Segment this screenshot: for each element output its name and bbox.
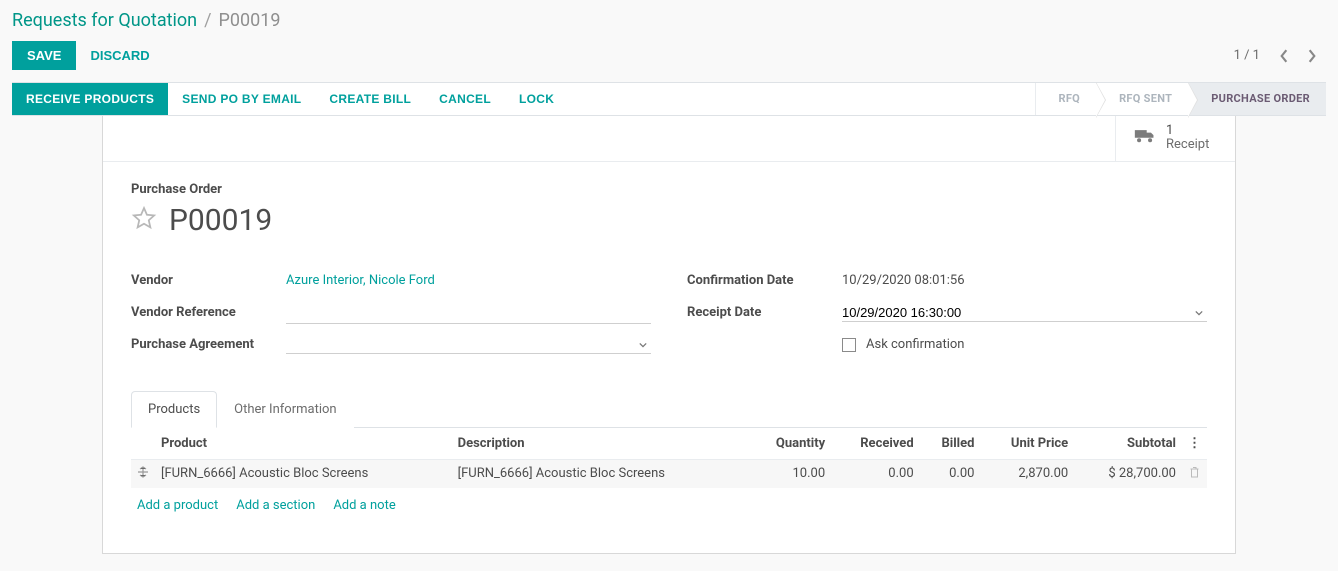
receive-products-button[interactable]: RECEIVE PRODUCTS [12,83,168,115]
ask-confirmation-row: Ask confirmation [842,337,965,352]
save-button[interactable]: SAVE [12,41,76,70]
tab-other-information[interactable]: Other Information [217,391,353,428]
sheet-wrap: 1 Receipt Purchase Order P00019 Vendor A… [12,116,1326,554]
col-handle [131,428,155,460]
receipt-date-input-wrap[interactable] [842,304,1207,322]
order-lines-table: Product Description Quantity Received Bi… [131,428,1207,488]
add-note-link[interactable]: Add a note [333,498,395,513]
agreement-input[interactable] [286,337,635,352]
agreement-label: Purchase Agreement [131,337,286,352]
col-received[interactable]: Received [831,428,919,460]
pager-next-button[interactable] [1298,42,1326,70]
control-row: SAVE DISCARD 1 / 1 [0,37,1338,82]
status-rfq[interactable]: RFQ [1035,83,1096,115]
chevron-right-icon [1307,49,1317,63]
receipt-count: 1 [1166,124,1209,138]
table-row[interactable]: [FURN_6666] Acoustic Bloc Screens [FURN_… [131,459,1207,488]
form-right-column: Confirmation Date 10/29/2020 08:01:56 Re… [687,266,1207,362]
receipt-stat-button[interactable]: 1 Receipt [1115,116,1235,161]
chevron-down-icon [639,342,647,348]
add-links-row: Add a product Add a section Add a note [131,488,1207,523]
vendor-value[interactable]: Azure Interior, Nicole Ford [286,273,651,288]
status-bar: RFQ RFQ SENT PURCHASE ORDER [1035,83,1326,115]
breadcrumb: Requests for Quotation / P00019 [0,0,1338,37]
title-row: P00019 [131,203,1207,238]
vendor-label: Vendor [131,273,286,288]
add-product-link[interactable]: Add a product [137,498,218,513]
tabs-row: Products Other Information [131,390,1207,428]
truck-icon [1134,128,1156,148]
status-purchase-order[interactable]: PURCHASE ORDER [1188,83,1326,115]
col-product[interactable]: Product [155,428,452,460]
send-po-button[interactable]: SEND PO BY EMAIL [168,83,315,115]
pager-prev-button[interactable] [1270,42,1298,70]
col-quantity[interactable]: Quantity [748,428,831,460]
stat-text: 1 Receipt [1166,124,1209,153]
agreement-dropdown-caret[interactable] [635,337,651,352]
ask-confirmation-label: Ask confirmation [866,337,965,352]
trash-icon [1189,466,1200,478]
form-sheet: 1 Receipt Purchase Order P00019 Vendor A… [102,116,1236,554]
create-bill-button[interactable]: CREATE BILL [315,83,425,115]
breadcrumb-parent[interactable]: Requests for Quotation [12,10,197,31]
col-billed[interactable]: Billed [920,428,981,460]
action-bar: RECEIVE PRODUCTS SEND PO BY EMAIL CREATE… [12,82,1326,116]
confirmation-date-label: Confirmation Date [687,273,842,288]
cell-billed[interactable]: 0.00 [920,459,981,488]
row-delete-button[interactable] [1182,459,1207,488]
col-subtotal[interactable]: Subtotal [1074,428,1182,460]
vendor-ref-label: Vendor Reference [131,305,286,320]
breadcrumb-current: P00019 [219,10,281,31]
col-options[interactable]: ⋮ [1182,428,1207,460]
tab-products[interactable]: Products [131,391,217,428]
breadcrumb-separator: / [204,10,211,31]
cell-subtotal[interactable]: $ 28,700.00 [1074,459,1182,488]
agreement-input-wrap[interactable] [286,336,651,354]
add-section-link[interactable]: Add a section [236,498,315,513]
ask-confirmation-checkbox[interactable] [842,338,856,352]
table-header-row: Product Description Quantity Received Bi… [131,428,1207,460]
confirmation-date-value: 10/29/2020 08:01:56 [842,273,1207,288]
cell-quantity[interactable]: 10.00 [748,459,831,488]
pager-count: 1 / 1 [1234,48,1260,63]
col-description[interactable]: Description [452,428,749,460]
status-rfq-sent[interactable]: RFQ SENT [1096,83,1188,115]
cell-product[interactable]: [FURN_6666] Acoustic Bloc Screens [155,459,452,488]
cell-description[interactable]: [FURN_6666] Acoustic Bloc Screens [452,459,749,488]
page-title: P00019 [169,203,272,238]
sheet-body: Purchase Order P00019 Vendor Azure Inter… [103,162,1235,553]
chevron-left-icon [1279,49,1289,63]
receipt-label: Receipt [1166,138,1209,152]
discard-button[interactable]: DISCARD [76,42,163,69]
receipt-date-label: Receipt Date [687,305,842,320]
favorite-star[interactable] [131,205,157,235]
col-unit-price[interactable]: Unit Price [980,428,1074,460]
drag-icon [137,466,149,478]
form-left-column: Vendor Azure Interior, Nicole Ford Vendo… [131,266,651,362]
pager: 1 / 1 [1234,42,1326,70]
star-icon [131,205,157,231]
lock-button[interactable]: LOCK [505,83,568,115]
receipt-date-dropdown-caret[interactable] [1191,305,1207,320]
over-label: Purchase Order [131,182,1207,197]
cancel-button[interactable]: CANCEL [425,83,505,115]
form-grid: Vendor Azure Interior, Nicole Ford Vendo… [131,266,1207,362]
cell-unit-price[interactable]: 2,870.00 [980,459,1074,488]
row-drag-handle[interactable] [131,459,155,488]
chevron-down-icon [1195,310,1203,316]
stat-button-row: 1 Receipt [103,116,1235,162]
cell-received[interactable]: 0.00 [831,459,919,488]
receipt-date-input[interactable] [842,305,1191,320]
vendor-ref-input[interactable] [286,302,651,324]
